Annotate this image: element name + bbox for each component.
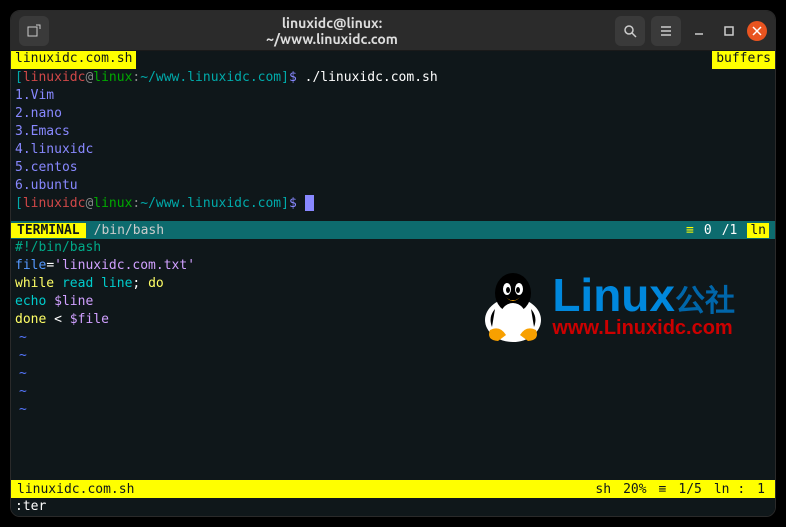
prompt-line-2: [linuxidc@linux:~/www.linuxidc.com]$ xyxy=(15,195,771,213)
search-icon xyxy=(623,24,637,38)
editor-pane[interactable]: #!/bin/bash file='linuxidc.com.txt' whil… xyxy=(11,239,775,480)
hamburger-glyph-icon: ≡ xyxy=(659,482,667,497)
new-tab-icon xyxy=(27,24,41,38)
vim-command-line[interactable]: :ter xyxy=(11,498,775,516)
script-line: #!/bin/bash xyxy=(15,239,771,257)
maximize-icon xyxy=(723,25,735,37)
term-total: /1 xyxy=(722,223,738,238)
minimize-icon xyxy=(693,25,705,37)
hamburger-glyph-icon: ≡ xyxy=(686,223,694,238)
maximize-button[interactable] xyxy=(717,16,741,46)
empty-line-tilde: ~ xyxy=(15,401,771,419)
terminal-shell-path: /bin/bash xyxy=(86,223,172,238)
output-line: 5.centos xyxy=(15,159,771,177)
status-col: 1 xyxy=(757,482,765,497)
buffer-tab[interactable]: linuxidc.com.sh xyxy=(11,51,136,69)
status-position: 1/5 xyxy=(678,482,701,497)
script-line: file='linuxidc.com.txt' xyxy=(15,257,771,275)
prompt-line-1: [linuxidc@linux:~/www.linuxidc.com]$ ./l… xyxy=(15,69,771,87)
empty-line-tilde: ~ xyxy=(15,329,771,347)
titlebar: linuxidc@linux: ~/www.linuxidc.com xyxy=(11,11,775,51)
empty-line-tilde: ~ xyxy=(15,365,771,383)
script-line: while read line; do xyxy=(15,275,771,293)
terminal-window: linuxidc@linux: ~/www.linuxidc.com linux… xyxy=(10,10,776,517)
file-statusline: linuxidc.com.sh sh 20% ≡ 1/5 ln : 1 xyxy=(11,480,775,498)
close-icon xyxy=(752,26,762,36)
status-filename: linuxidc.com.sh xyxy=(17,482,583,497)
output-line: 2.nano xyxy=(15,105,771,123)
hamburger-icon xyxy=(659,24,673,38)
status-ln-label: ln : xyxy=(714,482,745,497)
terminal-pane[interactable]: [linuxidc@linux:~/www.linuxidc.com]$ ./l… xyxy=(11,69,775,221)
term-pos: 0 xyxy=(704,223,712,238)
status-percent: 20% xyxy=(623,482,646,497)
new-tab-button[interactable] xyxy=(19,16,49,46)
menu-button[interactable] xyxy=(651,16,681,46)
buffer-bar: linuxidc.com.sh buffers xyxy=(11,51,775,69)
output-line: 1.Vim xyxy=(15,87,771,105)
terminal-mode-label: TERMINAL xyxy=(11,223,86,238)
vim-command-text: :ter xyxy=(15,499,46,514)
terminal-body[interactable]: linuxidc.com.sh buffers [linuxidc@linux:… xyxy=(11,51,775,516)
window-title: linuxidc@linux: ~/www.linuxidc.com xyxy=(242,15,423,47)
output-line: 3.Emacs xyxy=(15,123,771,141)
search-button[interactable] xyxy=(615,16,645,46)
close-button[interactable] xyxy=(747,21,767,41)
buffers-label[interactable]: buffers xyxy=(712,51,775,69)
output-line: 4.linuxidc xyxy=(15,141,771,159)
script-line: done < $file xyxy=(15,311,771,329)
script-line: echo $line xyxy=(15,293,771,311)
term-ln: ln xyxy=(747,223,769,238)
empty-line-tilde: ~ xyxy=(15,347,771,365)
cursor xyxy=(305,195,314,211)
entered-command: ./linuxidc.com.sh xyxy=(305,70,438,85)
terminal-statusline: TERMINAL /bin/bash ≡ 0 /1 ln xyxy=(11,221,775,239)
minimize-button[interactable] xyxy=(687,16,711,46)
output-line: 6.ubuntu xyxy=(15,177,771,195)
empty-line-tilde: ~ xyxy=(15,383,771,401)
status-filetype: sh xyxy=(595,482,611,497)
